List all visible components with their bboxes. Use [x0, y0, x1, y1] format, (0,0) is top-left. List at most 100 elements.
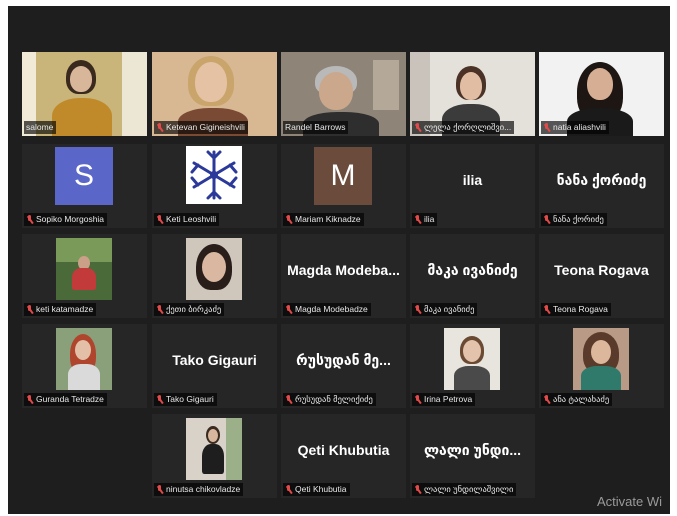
- participant-name: Sopiko Morgoshia: [36, 214, 105, 224]
- participant-tile-magda[interactable]: Magda Modeba... Magda Modebadze: [281, 234, 406, 318]
- participant-name: ლალი უნდილაშვილი: [424, 484, 514, 494]
- participant-nameplate: ninutsa chikovladze: [154, 483, 244, 496]
- participant-tile-ilia[interactable]: ilia ilia: [410, 144, 535, 228]
- participant-nameplate: natia aliashvili: [541, 121, 609, 134]
- muted-mic-icon: [543, 214, 551, 225]
- muted-mic-icon: [156, 394, 164, 405]
- muted-mic-icon: [414, 304, 422, 315]
- participant-nameplate: Qeti Khubutia: [283, 483, 350, 496]
- participant-photo: [573, 328, 629, 390]
- participant-name: ilia: [424, 214, 435, 224]
- muted-mic-icon: [285, 304, 293, 315]
- participant-nameplate: ანა ტალახაძე: [541, 393, 613, 406]
- muted-mic-icon: [414, 484, 422, 495]
- participant-tile-irina[interactable]: Irina Petrova: [410, 324, 535, 408]
- participant-nameplate: keti katamadze: [24, 303, 97, 316]
- participant-name: ninutsa chikovladze: [166, 484, 241, 494]
- participant-name: Magda Modebadze: [295, 304, 368, 314]
- participant-display-name: Magda Modeba...: [287, 262, 400, 278]
- avatar: S: [55, 147, 113, 205]
- participant-tile-nana[interactable]: ნანა ქორიძე ნანა ქორიძე: [539, 144, 664, 228]
- participant-display-name: ლალი უნდი...: [423, 442, 522, 458]
- participant-nameplate: რუსუდან მელიქიძე: [283, 393, 376, 406]
- participant-tile-mariam[interactable]: M Mariam Kiknadze: [281, 144, 406, 228]
- participant-tile-maka[interactable]: მაკა ივანიძე მაკა ივანიძე: [410, 234, 535, 318]
- muted-mic-icon: [26, 394, 34, 405]
- participant-name: Randel Barrows: [285, 122, 346, 132]
- participant-name: Mariam Kiknadze: [295, 214, 361, 224]
- participant-name: Teona Rogava: [553, 304, 608, 314]
- activate-windows-watermark: Activate Wi: [597, 494, 663, 509]
- muted-mic-icon: [156, 122, 164, 133]
- participant-nameplate: ქეთი ბირკაძე: [154, 303, 225, 316]
- participant-tile-sopiko[interactable]: S Sopiko Morgoshia: [22, 144, 147, 228]
- avatar: M: [314, 147, 372, 205]
- participant-nameplate: ilia: [412, 213, 438, 226]
- participant-name: Irina Petrova: [424, 394, 473, 404]
- participant-tile-ninutsa[interactable]: ninutsa chikovladze: [152, 414, 277, 498]
- muted-mic-icon: [156, 304, 164, 315]
- participant-display-name: ნანა ქორიძე: [556, 172, 647, 188]
- muted-mic-icon: [26, 304, 34, 315]
- participant-name: salome: [26, 122, 54, 132]
- participant-display-name: Teona Rogava: [554, 262, 649, 278]
- participant-tile-keti-katamadze[interactable]: keti katamadze: [22, 234, 147, 318]
- participant-display-name: ilia: [462, 172, 483, 188]
- participant-nameplate: Irina Petrova: [412, 393, 476, 406]
- participant-tile-salome[interactable]: salome: [22, 52, 147, 136]
- participant-name: რუსუდან მელიქიძე: [295, 394, 373, 404]
- participant-name: ნანა ქორიძე: [553, 214, 604, 224]
- participant-tile-natia[interactable]: natia aliashvili: [539, 52, 664, 136]
- muted-mic-icon: [156, 484, 164, 495]
- participant-photo: [444, 328, 500, 390]
- participant-name: Keti Leoshvili: [166, 214, 217, 224]
- participant-tile-keti-birkadze[interactable]: ქეთი ბირკაძე: [152, 234, 277, 318]
- muted-mic-icon: [285, 394, 293, 405]
- participant-nameplate: Ketevan Gigineishvili: [154, 121, 248, 134]
- participant-tile-rusudan[interactable]: რუსუდან მე... რუსუდან მელიქიძე: [281, 324, 406, 408]
- muted-mic-icon: [414, 214, 422, 225]
- snowflake-icon: [186, 146, 242, 204]
- participant-tile-tako[interactable]: Tako Gigauri Tako Gigauri: [152, 324, 277, 408]
- muted-mic-icon: [414, 122, 422, 133]
- participant-photo: [56, 238, 112, 300]
- participant-name: Ketevan Gigineishvili: [166, 122, 245, 132]
- participant-display-name: Qeti Khubutia: [297, 442, 390, 458]
- participant-name: ლელა ქორღლიშვი...: [424, 122, 512, 132]
- participant-tile-guranda[interactable]: Guranda Tetradze: [22, 324, 147, 408]
- muted-mic-icon: [156, 214, 164, 225]
- muted-mic-icon: [285, 214, 293, 225]
- muted-mic-icon: [414, 394, 422, 405]
- muted-mic-icon: [285, 484, 293, 495]
- muted-mic-icon: [543, 122, 551, 133]
- participant-tile-keti-leoshvili[interactable]: Keti Leoshvili: [152, 144, 277, 228]
- participant-photo: [186, 418, 242, 480]
- muted-mic-icon: [26, 214, 34, 225]
- participant-nameplate: Mariam Kiknadze: [283, 213, 364, 226]
- participant-name: Guranda Tetradze: [36, 394, 104, 404]
- participant-tile-ketevan[interactable]: Ketevan Gigineishvili: [152, 52, 277, 136]
- participant-name: Qeti Khubutia: [295, 484, 347, 494]
- participant-nameplate: Randel Barrows: [283, 121, 349, 134]
- participant-tile-lela[interactable]: ლელა ქორღლიშვი...: [410, 52, 535, 136]
- participant-nameplate: ნანა ქორიძე: [541, 213, 607, 226]
- participant-tile-ana[interactable]: ანა ტალახაძე: [539, 324, 664, 408]
- participant-name: მაკა ივანიძე: [424, 304, 475, 314]
- participant-nameplate: salome: [24, 121, 57, 134]
- participant-nameplate: Sopiko Morgoshia: [24, 213, 108, 226]
- participant-tile-lali[interactable]: ლალი უნდი... ლალი უნდილაშვილი: [410, 414, 535, 498]
- participant-tile-qeti[interactable]: Qeti Khubutia Qeti Khubutia: [281, 414, 406, 498]
- participant-photo: [56, 328, 112, 390]
- participant-display-name: Tako Gigauri: [172, 352, 257, 368]
- muted-mic-icon: [543, 304, 551, 315]
- participant-nameplate: Teona Rogava: [541, 303, 611, 316]
- video-gallery: salome Ketevan Gigineishvili Randel Barr…: [8, 6, 670, 514]
- muted-mic-icon: [543, 394, 551, 405]
- participant-nameplate: მაკა ივანიძე: [412, 303, 478, 316]
- participant-nameplate: Magda Modebadze: [283, 303, 371, 316]
- participant-name: Tako Gigauri: [166, 394, 214, 404]
- participant-photo: [186, 238, 242, 300]
- participant-name: keti katamadze: [36, 304, 94, 314]
- participant-tile-randel[interactable]: Randel Barrows: [281, 52, 406, 136]
- participant-tile-teona[interactable]: Teona Rogava Teona Rogava: [539, 234, 664, 318]
